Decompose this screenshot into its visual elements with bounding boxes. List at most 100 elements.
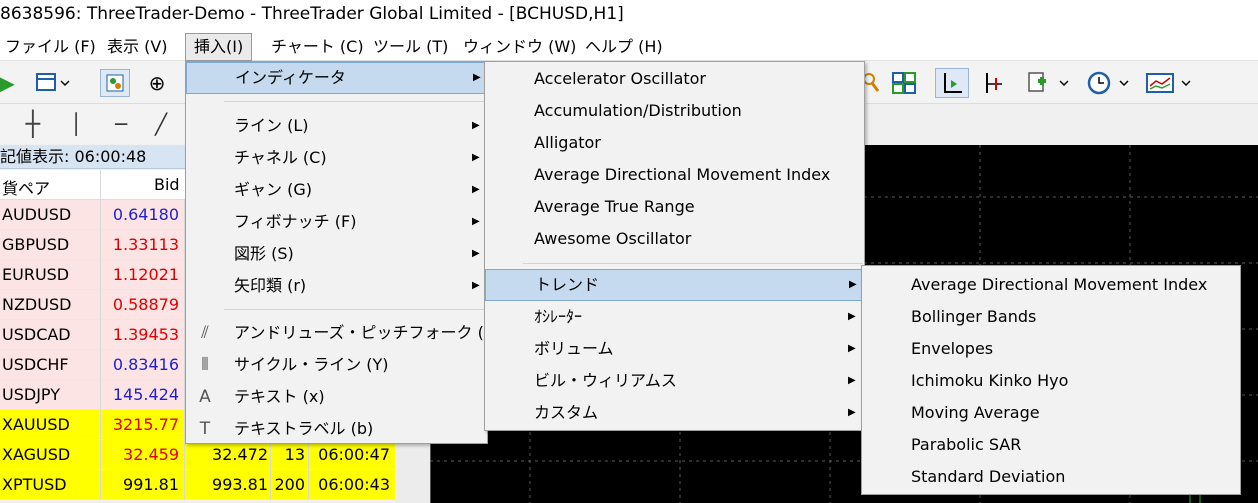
indicator-menu-item[interactable]: トレンド ▶ <box>485 269 864 301</box>
menu-item-label: チャネル (C) <box>234 148 327 167</box>
insert-menu: インディケータ ▶ ライン (L) ▶ チャネル (C) ▶ ギャン (G) ▶ フィボナッチ … <box>185 61 501 445</box>
new-window-icon[interactable] <box>32 70 72 96</box>
table-row[interactable]: XPTUSD 991.81 993.81 200 06:00:43 <box>0 470 395 500</box>
menu-window[interactable]: ウィンドウ (W) <box>463 33 576 61</box>
navigator-icon[interactable] <box>100 69 130 97</box>
trend-submenu: Average Directional Movement Index Bollin… <box>861 265 1241 495</box>
text-icon: A <box>199 387 211 407</box>
indicator-menu-item[interactable]: Average Directional Movement Index <box>485 159 864 191</box>
indicator-menu-item[interactable]: Awesome Oscillator <box>485 223 864 255</box>
menu-item-label: Average True Range <box>534 197 695 216</box>
row-bid: 991.81 <box>123 475 179 494</box>
trendline-icon[interactable]: ╱ <box>148 111 174 137</box>
market-watch-column-headers: 貨ペア Bid <box>0 170 185 200</box>
row-time: 06:00:47 <box>318 445 390 464</box>
indicator-menu-item[interactable]: ｵｼﾚｰﾀｰ ▶ <box>485 301 864 333</box>
period-separators-icon[interactable] <box>935 68 969 98</box>
insert-menu-item[interactable]: チャネル (C) ▶ <box>186 142 487 174</box>
menu-view[interactable]: 表示 (V) <box>107 33 168 61</box>
submenu-arrow-icon: ▶ <box>848 375 856 386</box>
trend-menu-item[interactable]: Ichimoku Kinko Hyo <box>862 365 1240 397</box>
indicator-menu-item[interactable]: Alligator <box>485 127 864 159</box>
insert-menu-item[interactable]: テキスト (x) A <box>186 381 487 413</box>
menu-item-label: Parabolic SAR <box>911 435 1022 454</box>
menu-item-label: Bollinger Bands <box>911 307 1037 326</box>
submenu-arrow-icon: ▶ <box>848 311 856 322</box>
insert-menu-item[interactable]: インディケータ ▶ <box>186 62 487 94</box>
row-symbol: XAGUSD <box>2 445 71 464</box>
row-bid: 3215.77 <box>112 415 179 434</box>
menu-chart[interactable]: チャート (C) <box>271 33 364 61</box>
row-ask: 993.81 <box>212 475 268 494</box>
menu-item-label: 図形 (S) <box>234 244 294 263</box>
row-bid: 1.39453 <box>112 325 179 344</box>
menu-tools[interactable]: ツール (T) <box>373 33 448 61</box>
insert-menu-item[interactable]: フィボナッチ (F) ▶ <box>186 206 487 238</box>
submenu-arrow-icon: ▶ <box>472 120 480 131</box>
menu-item-label: Envelopes <box>911 339 994 358</box>
window-title: 8638596: ThreeTrader-Demo - ThreeTrader … <box>0 0 1258 33</box>
col-bid[interactable]: Bid <box>154 175 180 194</box>
trend-menu-item[interactable]: Envelopes <box>862 333 1240 365</box>
row-symbol: USDCAD <box>2 325 71 344</box>
indicator-menu-item[interactable]: カスタム ▶ <box>485 397 864 429</box>
submenu-arrow-icon: ▶ <box>849 279 857 290</box>
market-watch-icon[interactable]: ▶ <box>0 71 15 95</box>
add-indicator-icon[interactable] <box>1025 70 1071 96</box>
indicator-menu-item[interactable]: Average True Range <box>485 191 864 223</box>
menu-help[interactable]: ヘルプ (H) <box>585 33 663 61</box>
indicator-menu-item[interactable]: Accelerator Oscillator <box>485 63 864 95</box>
indicators-submenu: Accelerator Oscillator Accumulation/Distr… <box>484 61 865 431</box>
row-symbol: USDCHF <box>2 355 69 374</box>
text-label-icon: T <box>199 419 211 439</box>
menu-item-label: フィボナッチ (F) <box>234 212 357 231</box>
menu-item-label: Standard Deviation <box>911 467 1066 486</box>
menu-item-label: アンドリューズ・ピッチフォーク (A) <box>234 323 502 342</box>
crosshair-tool-icon[interactable]: ┼ <box>20 110 46 138</box>
tile-windows-icon[interactable] <box>890 70 918 96</box>
indicator-menu-item[interactable]: ビル・ウィリアムス ▶ <box>485 365 864 397</box>
menu-file[interactable]: ファイル (F) <box>5 33 96 61</box>
trend-menu-item[interactable]: Parabolic SAR <box>862 429 1240 461</box>
menu-item-label: インディケータ <box>235 68 346 87</box>
insert-menu-item[interactable]: 矢印類 (r) ▶ <box>186 270 487 302</box>
insert-menu-item[interactable]: ライン (L) ▶ <box>186 110 487 142</box>
submenu-arrow-icon: ▶ <box>473 72 481 83</box>
col-symbol[interactable]: 貨ペア <box>2 175 50 199</box>
menu-item-label: Average Directional Movement Index <box>911 275 1208 294</box>
menu-item-label: テキスト (x) <box>234 387 325 406</box>
row-spread: 13 <box>284 445 305 464</box>
insert-menu-item[interactable]: テキストラベル (b) T <box>186 413 487 445</box>
zoom-icon[interactable] <box>862 70 882 96</box>
menu-item-label: Accumulation/Distribution <box>534 101 742 120</box>
crosshair-icon[interactable]: ⊕ <box>143 70 171 96</box>
insert-menu-item[interactable]: アンドリューズ・ピッチフォーク (A) ⫽ <box>186 317 501 349</box>
insert-menu-item[interactable]: ギャン (G) ▶ <box>186 174 487 206</box>
menu-insert[interactable]: 挿入(I) <box>185 33 253 61</box>
trend-menu-item[interactable]: Average Directional Movement Index <box>862 269 1240 301</box>
indicator-menu-item[interactable]: Accumulation/Distribution <box>485 95 864 127</box>
row-bid: 32.459 <box>123 445 179 464</box>
trend-menu-item[interactable]: Standard Deviation <box>862 461 1240 493</box>
horizontal-line-icon[interactable]: ─ <box>108 111 134 137</box>
row-bid: 0.64180 <box>112 205 179 224</box>
insert-menu-item[interactable]: サイクル・ライン (Y) ⦀ <box>186 349 487 381</box>
clock-icon[interactable] <box>1085 70 1131 96</box>
menu-item-label: サイクル・ライン (Y) <box>234 355 389 374</box>
chart-shift-icon[interactable] <box>978 70 1008 96</box>
menu-item-label: トレンド <box>535 275 600 294</box>
row-symbol: GBPUSD <box>2 235 70 254</box>
templates-icon[interactable] <box>1145 70 1193 96</box>
menu-item-label: ライン (L) <box>234 116 309 135</box>
menu-item-label: Moving Average <box>911 403 1040 422</box>
menu-item-label: ボリューム <box>534 339 614 358</box>
submenu-arrow-icon: ▶ <box>472 248 480 259</box>
trend-menu-item[interactable]: Moving Average <box>862 397 1240 429</box>
trend-menu-item[interactable]: Bollinger Bands <box>862 301 1240 333</box>
insert-menu-item[interactable]: 図形 (S) ▶ <box>186 238 487 270</box>
row-time: 06:00:43 <box>318 475 390 494</box>
indicator-menu-item[interactable]: ボリューム ▶ <box>485 333 864 365</box>
menu-item-label: Awesome Oscillator <box>534 229 692 248</box>
vertical-line-icon[interactable]: │ <box>66 111 86 137</box>
menu-item-label: カスタム <box>534 403 599 422</box>
